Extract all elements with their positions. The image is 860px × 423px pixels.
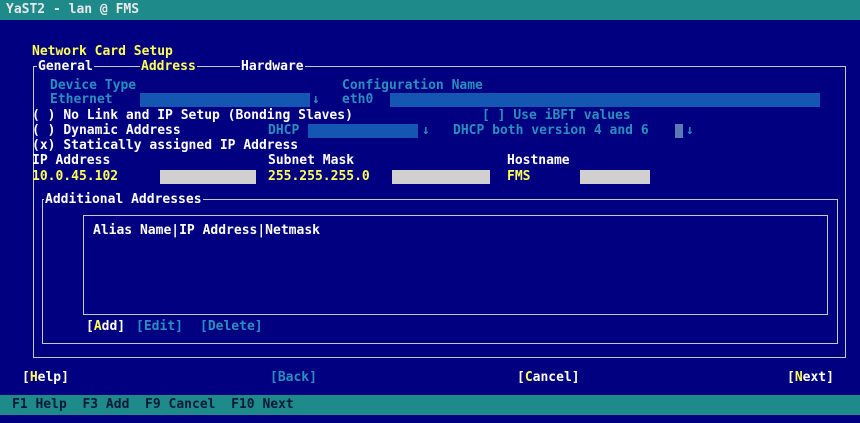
add-button[interactable]: [Add] — [86, 320, 125, 334]
delete-button[interactable]: [Delete] — [200, 320, 263, 334]
ip-address-value[interactable]: 10.0.45.102 — [32, 170, 118, 184]
help-button[interactable]: [Help] — [22, 371, 69, 385]
edit-button[interactable]: [Edit] — [136, 320, 183, 334]
window-titlebar: YaST2 - lan @ FMS — [0, 0, 860, 20]
dialog-title: Network Card Setup — [32, 44, 173, 59]
alias-table-header: Alias Name|IP Address|Netmask — [93, 223, 320, 238]
subnet-mask-value[interactable]: 255.255.255.0 — [268, 170, 370, 184]
tab-address[interactable]: Address — [140, 59, 197, 74]
next-button[interactable]: [Next] — [787, 371, 834, 385]
dynamic-label: Dynamic Address — [63, 123, 181, 138]
device-type-value[interactable]: Ethernet — [50, 93, 113, 107]
hostname-label: Hostname — [507, 153, 570, 168]
hotkey-bar: F1 Help F3 Add F9 Cancel F10 Next — [0, 395, 860, 415]
device-type-label: Device Type — [50, 78, 137, 93]
dhcp-version-arrow-icon[interactable]: ↓ — [686, 124, 694, 138]
config-name-label: Configuration Name — [342, 78, 483, 93]
tab-address-label: Address — [141, 59, 196, 74]
no-link-label: No Link and IP Setup (Bonding Slaves) — [63, 108, 353, 123]
ibft-label: Use iBFT values — [513, 108, 631, 123]
config-name-value[interactable]: eth0 — [342, 93, 373, 107]
hostname-field[interactable] — [580, 170, 650, 184]
no-link-mark: ( ) — [32, 108, 56, 123]
cancel-button[interactable]: [Cancel] — [517, 371, 580, 385]
dhcp-value[interactable]: DHCP — [268, 124, 299, 138]
ibft-checkbox[interactable]: [ ] Use iBFT values — [482, 109, 631, 123]
hostname-value[interactable]: FMS — [507, 170, 530, 184]
hotkey-text: F1 Help F3 Add F9 Cancel F10 Next — [12, 397, 294, 412]
dynamic-mark: ( ) — [32, 123, 56, 138]
dhcp-version-value[interactable]: DHCP both version 4 and 6 — [453, 124, 649, 138]
additional-addresses-title: Additional Addresses — [44, 192, 203, 207]
tab-general-label: General — [38, 59, 93, 74]
ibft-mark: [ ] — [482, 108, 506, 123]
ip-address-field[interactable] — [160, 170, 256, 184]
config-name-field[interactable] — [390, 93, 820, 107]
no-link-radio[interactable]: ( ) No Link and IP Setup (Bonding Slaves… — [32, 109, 353, 123]
tab-general[interactable]: General — [37, 59, 94, 74]
dhcp-combo[interactable] — [308, 124, 418, 138]
tab-hardware-label: Hardware — [241, 59, 304, 74]
back-button[interactable]: [Back] — [270, 371, 317, 385]
device-type-arrow-icon[interactable]: ↓ — [312, 93, 320, 107]
dhcp-arrow-icon[interactable]: ↓ — [422, 124, 430, 138]
static-label: Statically assigned IP Address — [63, 138, 299, 153]
dynamic-radio[interactable]: ( ) Dynamic Address — [32, 124, 181, 138]
device-type-combo[interactable] — [140, 93, 310, 107]
static-radio[interactable]: (x) Statically assigned IP Address — [32, 139, 298, 153]
ip-address-label: IP Address — [32, 153, 111, 168]
subnet-mask-field[interactable] — [392, 170, 490, 184]
tab-hardware[interactable]: Hardware — [240, 59, 305, 74]
subnet-mask-label: Subnet Mask — [268, 153, 355, 168]
window-title: YaST2 - lan @ FMS — [6, 2, 140, 17]
static-mark: (x) — [32, 138, 56, 153]
dhcp-version-field[interactable] — [675, 124, 683, 138]
